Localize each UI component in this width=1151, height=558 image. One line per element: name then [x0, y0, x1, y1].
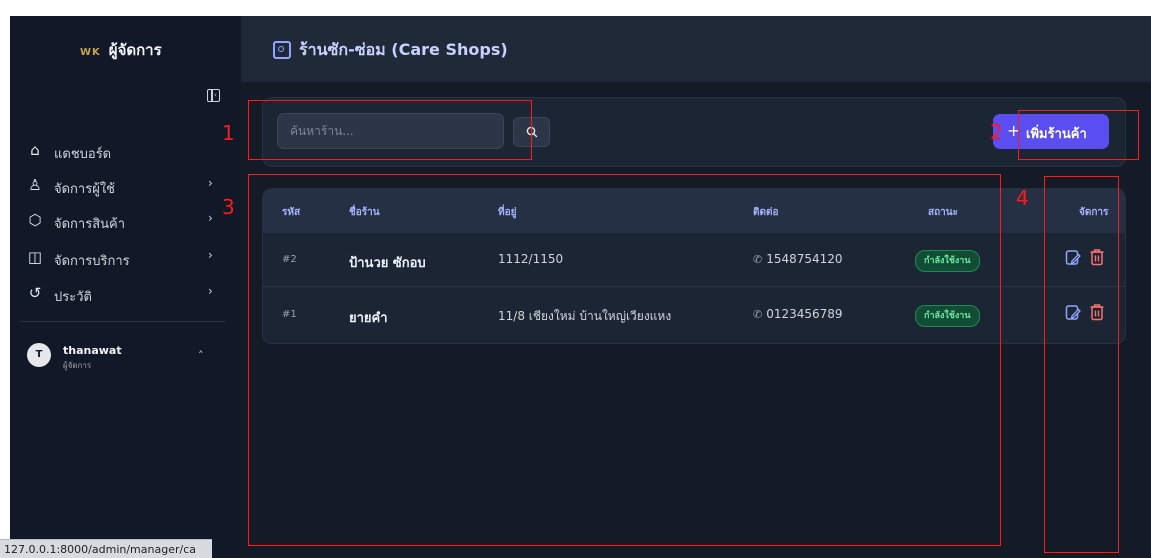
sidebar-item-history[interactable]: ↺ ประวัติ ›: [20, 280, 220, 310]
sidebar-item-label: ประวัติ: [54, 290, 92, 305]
annotation-label-2: 2: [990, 120, 1003, 144]
browser-status-url: 127.0.0.1:8000/admin/manager/ca: [0, 539, 212, 558]
user-name: thanawat: [63, 344, 122, 357]
sidebar-item-label: จัดการบริการ: [54, 254, 130, 269]
page-header: ร้านซัก-ซ่อม (Care Shops): [241, 16, 1151, 82]
brand-title: ผู้จัดการ: [108, 41, 162, 59]
chevron-right-icon: ›: [208, 176, 213, 190]
chevron-right-icon: ›: [208, 211, 213, 225]
avatar[interactable]: T: [27, 343, 51, 367]
sidebar-item-products[interactable]: ⬡ จัดการสินค้า ›: [20, 207, 220, 237]
sidebar-item-label: จัดการผู้ใช้: [54, 182, 116, 197]
annotation-label-3: 3: [222, 195, 235, 219]
annotation-box-2: [1018, 110, 1139, 160]
brand[interactable]: WK ผู้จัดการ: [80, 38, 162, 62]
brand-logo: WK: [80, 47, 101, 58]
sidebar-collapse-icon[interactable]: ‹: [207, 89, 220, 102]
sidebar: WK ผู้จัดการ ‹ ⌂ แดชบอร์ด ♙ จัดการผู้ใช้ …: [10, 16, 240, 558]
page-title: ร้านซัก-ซ่อม (Care Shops): [299, 40, 508, 59]
annotation-label-1: 1: [222, 121, 235, 145]
user-role: ผู้จัดการ: [63, 361, 92, 370]
chevron-right-icon: ›: [208, 248, 213, 262]
chevron-right-icon: ›: [208, 284, 213, 298]
annotation-box-3: [248, 174, 1001, 546]
users-icon: ♙: [28, 176, 42, 194]
sidebar-item-users[interactable]: ♙ จัดการผู้ใช้ ›: [20, 172, 220, 202]
annotation-box-4: [1044, 176, 1119, 553]
box-icon: ⬡: [28, 211, 42, 229]
history-icon: ↺: [28, 284, 42, 302]
annotation-label-4: 4: [1016, 186, 1029, 210]
sidebar-item-label: แดชบอร์ด: [54, 147, 112, 162]
home-icon: ⌂: [30, 141, 40, 159]
sidebar-divider: [20, 321, 226, 322]
chevron-up-icon[interactable]: ˄: [198, 349, 204, 362]
sidebar-item-services[interactable]: ◫ จัดการบริการ ›: [20, 244, 220, 274]
service-icon: ◫: [27, 248, 43, 266]
sidebar-item-dashboard[interactable]: ⌂ แดชบอร์ด: [20, 137, 220, 167]
shop-icon: [273, 41, 291, 59]
sidebar-item-label: จัดการสินค้า: [54, 217, 126, 232]
annotation-box-1: [248, 100, 532, 160]
